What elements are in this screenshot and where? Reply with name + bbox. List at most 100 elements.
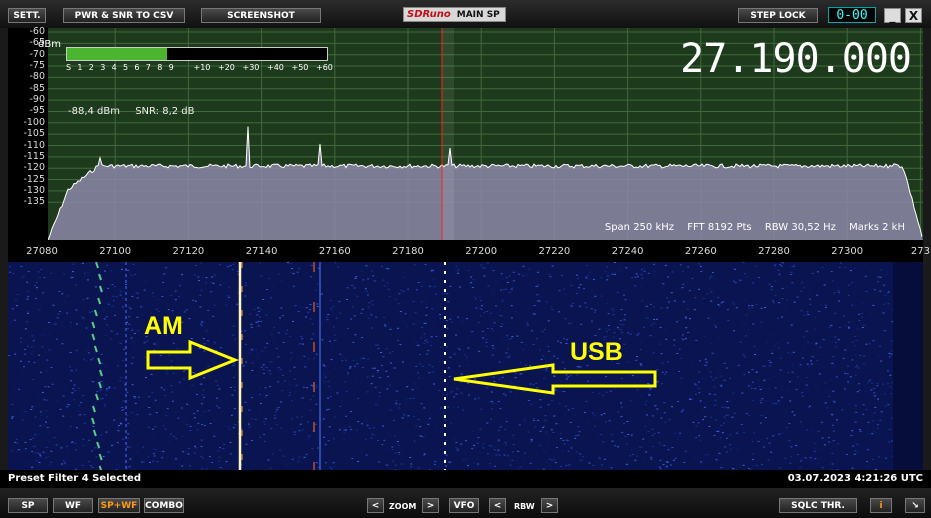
drifting-signal [92,429,97,437]
zoom-out-button[interactable]: < [367,498,384,513]
drifting-signal [91,333,96,341]
status-timestamp: 03.07.2023 4:21:26 UTC [787,473,923,484]
am-annotation: AM [144,312,183,340]
rbw-increase-button[interactable]: > [541,498,558,513]
y-tick-label: -105 [23,128,45,140]
x-tick-label: 27120 [172,246,205,257]
drifting-signal [95,393,99,401]
sqlc-threshold-button[interactable]: SQLC THR. [779,498,857,513]
bottom-toolbar: SP WF SP+WF COMBO < ZOOM > VFO < RBW > S… [0,488,931,518]
power-readout: -88,4 dBm [68,106,121,117]
y-tick-label: -90 [29,94,45,106]
drifting-signal [93,345,98,353]
y-axis: -60 -65 -70 -75 -80 -85 -90 -95 -100 -105 -110 -115… [8,26,48,240]
drifting-signal [98,453,103,461]
s-meter-tick: 2 [88,63,94,72]
waterfall-display[interactable]: AM USB [8,262,923,470]
s-meter-tick: +60 [316,63,333,72]
x-tick-label: 27220 [538,246,571,257]
pwr-snr-csv-button[interactable]: PWR & SNR TO CSV [63,8,185,23]
y-tick-label: -100 [23,116,45,128]
status-bar: Preset Filter 4 Selected 03.07.2023 4:21… [0,470,931,488]
s-meter-fill [67,48,168,60]
usb-arrow [453,363,657,395]
s-meter-tick: 7 [145,63,151,72]
usb-annotation: USB [570,338,623,366]
drifting-signal [91,321,96,329]
logo-text: SDRuno [407,9,451,20]
s-meter-tick: 8 [157,63,163,72]
frequency-axis: 27080 27100 27120 27140 27160 27180 27200 27220… [8,240,930,262]
y-tick-label: -80 [29,71,45,83]
window-title: MAIN SP [456,9,500,20]
clock-display: 0-00 [828,7,876,23]
combo-button[interactable]: COMBO [144,498,184,513]
wf-button[interactable]: WF [53,498,93,513]
marks-info: Marks 2 kH [849,222,905,233]
drifting-signal [98,273,102,281]
sp-wf-button[interactable]: SP+WF [98,498,140,513]
filter-band [442,28,454,240]
x-tick-label: 27160 [318,246,351,257]
s-meter-tick: 5 [123,63,129,72]
am-arrow [146,339,240,381]
drifting-signal [97,357,102,365]
x-tick-label: 27180 [392,246,424,257]
screenshot-button[interactable]: SCREENSHOT [201,8,321,23]
y-tick-label: -95 [29,105,45,117]
s-meter-bar [66,47,328,61]
vfo-button[interactable]: VFO [449,498,479,513]
y-tick-label: -70 [29,48,45,60]
zoom-label: ZOOM [389,502,417,511]
close-button[interactable]: X [905,8,922,23]
y-tick-label: -125 [23,173,45,185]
s-meter-tick: 3 [100,63,106,72]
drifting-signal [98,381,102,389]
fft-info: FFT 8192 Pts [687,222,752,233]
spectrum-info: Span 250 kHz FFT 8192 Pts RBW 30,52 Hz M… [595,222,905,233]
sp-button[interactable]: SP [8,498,48,513]
x-tick-label: 27260 [684,246,717,257]
y-tick-label: -130 [23,184,45,196]
x-tick-label: 27080 [26,246,58,257]
s-meter-tick: S [66,63,72,72]
drifting-signal [92,405,96,413]
x-tick-label: 27240 [611,246,644,257]
y-tick-label: -110 [23,139,45,151]
frequency-display[interactable]: 27.190.000 [680,36,912,82]
x-tick-label: 273 [910,246,930,257]
y-tick-label: -60 [29,26,45,37]
sdruno-logo: SDRuno MAIN SP [403,7,506,22]
y-tick-label: -135 [23,196,45,208]
rbw-decrease-button[interactable]: < [489,498,506,513]
y-tick-label: -85 [29,82,45,94]
s-meter-scale: S 1 2 3 4 5 6 7 8 9 +10 +20 +30 +40 +50 +60 [66,63,336,75]
s-meter-tick: 4 [111,63,117,72]
settings-button[interactable]: SETT. [8,8,46,23]
resize-handle[interactable]: ↘ [905,498,925,513]
x-tick-label: 27140 [245,246,278,257]
waterfall-plot [8,262,923,470]
y-tick-label: -120 [23,162,45,174]
step-lock-button[interactable]: STEP LOCK [738,8,818,23]
s-meter-tick: 9 [168,63,174,72]
drifting-signal [95,262,99,269]
s-meter-tick: 6 [134,63,140,72]
info-button[interactable]: i [870,498,892,513]
s-meter-tick: +10 [193,63,211,72]
s-meter-tick: 1 [77,63,83,72]
s-meter-tick: +50 [291,63,309,72]
drifting-signal [96,441,101,449]
waterfall-edge [893,262,923,470]
span-info: Span 250 kHz [604,222,675,233]
spectrum-display[interactable]: -60 -65 -70 -75 -80 -85 -90 -95 -100 -105 -110 -115… [8,26,923,240]
x-tick-label: 27100 [99,246,132,257]
zoom-in-button[interactable]: > [422,498,439,513]
status-message: Preset Filter 4 Selected [8,473,141,484]
s-meter-tick: +20 [218,63,235,72]
dbm-unit-label: dBm [38,39,61,50]
drifting-signal [97,297,102,305]
x-tick-label: 27280 [758,246,790,257]
minimize-button[interactable]: _ [884,8,901,23]
rbw-label: RBW [514,502,535,511]
